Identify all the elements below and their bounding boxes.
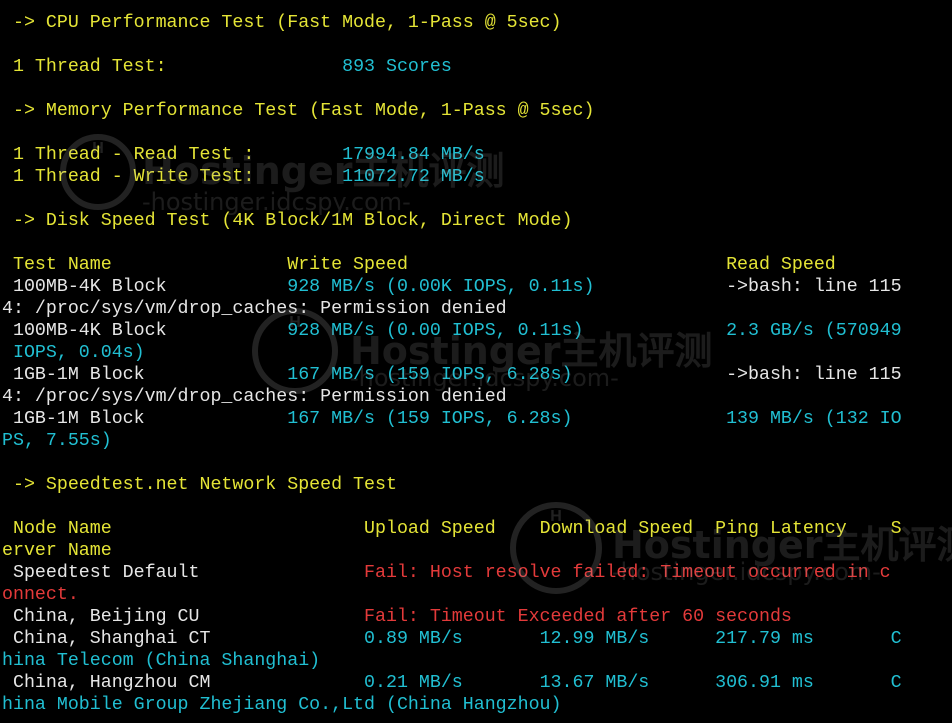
terminal-line: Test Name Write Speed Read Speed — [2, 254, 836, 276]
terminal-text: hina Mobile Group Zhejiang Co.,Ltd (Chin… — [2, 695, 562, 715]
terminal-text: Ping Latency — [715, 519, 891, 539]
terminal-text: 4: /proc/sys/vm/drop_caches: Permission … — [2, 299, 507, 319]
terminal-text: 139 MB/s (132 IO — [726, 409, 902, 429]
terminal-line: Node Name Upload Speed Download Speed Pi… — [2, 518, 902, 540]
terminal-line: 100MB-4K Block 928 MB/s (0.00 IOPS, 0.11… — [2, 320, 902, 342]
terminal-text: 17994.84 MB/s — [342, 145, 485, 165]
terminal-line: 1GB-1M Block 167 MB/s (159 IOPS, 6.28s) … — [2, 408, 902, 430]
terminal-text: Fail: Host resolve failed: Timeout occur… — [364, 563, 891, 583]
terminal-text: Fail: Timeout Exceeded after 60 seconds — [364, 607, 792, 627]
terminal-text: 12.99 MB/s — [539, 629, 716, 649]
watermark-3: Hostinger主机评测 -hostinger.idcspy.com- — [510, 494, 952, 604]
terminal-line: -> Disk Speed Test (4K Block/1M Block, D… — [2, 210, 573, 232]
terminal-text: 167 MB/s (159 IOPS, 6.28s) — [287, 365, 727, 385]
terminal-text: 217.79 ms — [715, 629, 891, 649]
terminal-text: C — [890, 629, 902, 649]
terminal-text: Write Speed — [287, 255, 727, 275]
terminal-text: ->bash: line 115 — [726, 277, 902, 297]
terminal-text: -> CPU Performance Test (Fast Mode, 1-Pa… — [2, 13, 562, 33]
terminal-line: Speedtest Default Fail: Host resolve fai… — [2, 562, 891, 584]
terminal-text: China, Hangzhou CM — [2, 673, 365, 693]
terminal-text: 4: /proc/sys/vm/drop_caches: Permission … — [2, 387, 507, 407]
terminal-text: China, Beijing CU — [2, 607, 365, 627]
terminal-text: Node Name — [2, 519, 365, 539]
terminal-text: erver Name — [2, 541, 112, 561]
terminal-line: IOPS, 0.04s) — [2, 342, 145, 364]
terminal-text: 13.67 MB/s — [539, 673, 716, 693]
terminal-text: S — [890, 519, 902, 539]
terminal-line: China, Shanghai CT 0.89 MB/s 12.99 MB/s … — [2, 628, 902, 650]
terminal-text: -> Memory Performance Test (Fast Mode, 1… — [2, 101, 595, 121]
terminal-text: 306.91 ms — [715, 673, 891, 693]
terminal-window: -> CPU Performance Test (Fast Mode, 1-Pa… — [0, 0, 952, 723]
terminal-text: onnect. — [2, 585, 79, 605]
terminal-line: -> CPU Performance Test (Fast Mode, 1-Pa… — [2, 12, 562, 34]
terminal-text: 100MB-4K Block — [2, 277, 288, 297]
terminal-text: PS, 7.55s) — [2, 431, 112, 451]
terminal-text: 167 MB/s (159 IOPS, 6.28s) — [287, 409, 727, 429]
terminal-line: 100MB-4K Block 928 MB/s (0.00K IOPS, 0.1… — [2, 276, 902, 298]
terminal-line: 1 Thread - Write Test: 11072.72 MB/s — [2, 166, 485, 188]
terminal-line: 4: /proc/sys/vm/drop_caches: Permission … — [2, 386, 507, 408]
terminal-line: hina Telecom (China Shanghai) — [2, 650, 320, 672]
terminal-text: Download Speed — [539, 519, 716, 539]
terminal-text: C — [890, 673, 902, 693]
terminal-line: China, Beijing CU Fail: Timeout Exceeded… — [2, 606, 792, 628]
terminal-text: IOPS, 0.04s) — [2, 343, 145, 363]
terminal-text: 1GB-1M Block — [2, 409, 288, 429]
terminal-line: China, Hangzhou CM 0.21 MB/s 13.67 MB/s … — [2, 672, 902, 694]
terminal-line: 1GB-1M Block 167 MB/s (159 IOPS, 6.28s) … — [2, 364, 902, 386]
terminal-text: 1 Thread Test: — [2, 57, 343, 77]
terminal-text: -> Speedtest.net Network Speed Test — [2, 475, 397, 495]
terminal-text: 1GB-1M Block — [2, 365, 288, 385]
terminal-text: China, Shanghai CT — [2, 629, 365, 649]
terminal-text: -> Disk Speed Test (4K Block/1M Block, D… — [2, 211, 573, 231]
terminal-text: 11072.72 MB/s — [342, 167, 485, 187]
terminal-text: 2.3 GB/s (570949 — [726, 321, 902, 341]
terminal-text: hina Telecom (China Shanghai) — [2, 651, 321, 671]
terminal-line: 4: /proc/sys/vm/drop_caches: Permission … — [2, 298, 507, 320]
terminal-text: Test Name — [2, 255, 288, 275]
terminal-text: 1 Thread - Write Test: — [2, 167, 343, 187]
terminal-text: 893 Scores — [342, 57, 452, 77]
terminal-line: 1 Thread - Read Test : 17994.84 MB/s — [2, 144, 485, 166]
terminal-line: hina Mobile Group Zhejiang Co.,Ltd (Chin… — [2, 694, 562, 716]
terminal-line: onnect. — [2, 584, 79, 606]
terminal-text: 928 MB/s (0.00K IOPS, 0.11s) — [287, 277, 727, 297]
terminal-line: -> Memory Performance Test (Fast Mode, 1… — [2, 100, 594, 122]
terminal-line: erver Name — [2, 540, 112, 562]
terminal-text: Speedtest Default — [2, 563, 365, 583]
terminal-line: -> Speedtest.net Network Speed Test — [2, 474, 397, 496]
terminal-line: PS, 7.55s) — [2, 430, 112, 452]
terminal-text: Read Speed — [726, 255, 836, 275]
terminal-line: 1 Thread Test: 893 Scores — [2, 56, 452, 78]
terminal-text: 1 Thread - Read Test : — [2, 145, 343, 165]
terminal-text: 0.89 MB/s — [364, 629, 540, 649]
terminal-text: 100MB-4K Block — [2, 321, 288, 341]
terminal-text: ->bash: line 115 — [726, 365, 902, 385]
terminal-text: Upload Speed — [364, 519, 540, 539]
terminal-text: 0.21 MB/s — [364, 673, 540, 693]
terminal-text: 928 MB/s (0.00 IOPS, 0.11s) — [287, 321, 727, 341]
